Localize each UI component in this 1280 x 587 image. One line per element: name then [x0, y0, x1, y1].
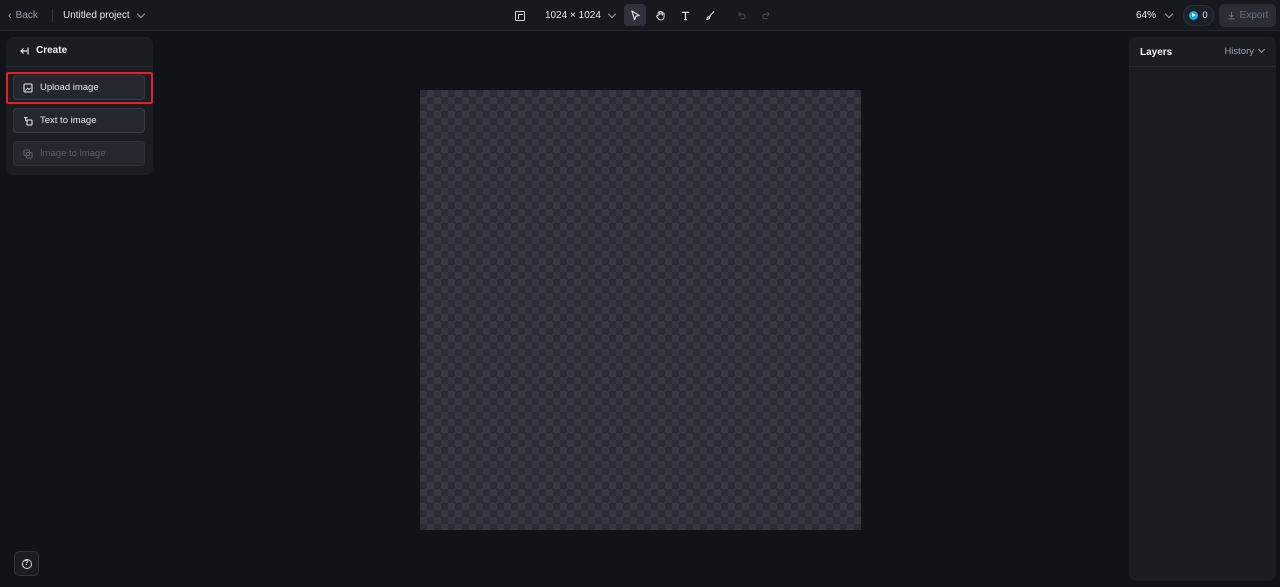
back-label: Back: [15, 10, 38, 21]
arrow-left-bar-icon: [20, 47, 29, 54]
credits-count: 0: [1202, 10, 1208, 21]
tool-group: [624, 4, 777, 26]
select-tool[interactable]: [624, 4, 646, 26]
image-to-image-icon: [23, 148, 33, 159]
cursor-arrow-icon: [630, 9, 640, 20]
divider: [6, 66, 153, 67]
chevron-down-icon: [1164, 9, 1174, 18]
text-tool[interactable]: [674, 4, 696, 26]
question-icon: ?: [21, 558, 32, 569]
export-label: Export: [1239, 10, 1269, 21]
text-to-image-icon: [24, 116, 33, 126]
artboard-canvas[interactable]: [420, 90, 861, 530]
text-to-image-label: Text to image: [40, 115, 97, 126]
history-dropdown[interactable]: History: [1224, 45, 1266, 57]
divider: [52, 9, 53, 22]
brush-tool[interactable]: [699, 4, 721, 26]
highlight-box: [6, 72, 153, 104]
divider: [1129, 66, 1276, 67]
redo-button[interactable]: [755, 4, 777, 26]
chevron-left-icon: ‹: [8, 9, 12, 22]
redo-icon: [761, 11, 770, 19]
chevron-down-icon: [1257, 45, 1266, 54]
create-panel: Create Upload image Text to image Image …: [6, 37, 153, 175]
chevron-down-icon: [607, 9, 617, 18]
undo-button[interactable]: [730, 4, 752, 26]
text-to-image-button[interactable]: Text to image: [13, 108, 145, 133]
history-label: History: [1224, 46, 1254, 57]
back-button[interactable]: ‹ Back: [8, 0, 38, 31]
canvas-size-dropdown[interactable]: 1024 × 1024: [515, 0, 617, 31]
undo-icon: [737, 11, 746, 19]
image-to-image-label: Image to image: [40, 148, 106, 159]
help-button[interactable]: ?: [14, 551, 39, 576]
project-title: Untitled project: [63, 10, 130, 21]
zoom-dropdown[interactable]: 64%: [1136, 0, 1174, 31]
image-to-image-button[interactable]: Image to image: [13, 141, 145, 166]
credits-badge[interactable]: 0: [1183, 5, 1214, 26]
project-title-dropdown[interactable]: Untitled project: [63, 0, 145, 31]
text-t-icon: [681, 11, 689, 20]
resize-icon: [515, 10, 525, 21]
create-header[interactable]: Create: [19, 45, 67, 56]
layers-panel: Layers History: [1129, 37, 1276, 581]
export-button[interactable]: Export: [1219, 4, 1276, 27]
brush-icon: [705, 10, 715, 20]
credit-icon: [1189, 11, 1199, 20]
hand-tool[interactable]: [649, 4, 671, 26]
zoom-value: 64%: [1136, 10, 1157, 21]
download-icon: [1227, 11, 1235, 20]
layers-tab[interactable]: Layers: [1140, 47, 1172, 58]
chevron-down-icon: [136, 9, 145, 18]
top-bar: ‹ Back Untitled project 1024 × 1024 64% …: [0, 0, 1280, 31]
hand-icon: [655, 10, 665, 20]
canvas-size-value: 1024 × 1024: [545, 10, 601, 21]
create-title: Create: [36, 45, 68, 56]
